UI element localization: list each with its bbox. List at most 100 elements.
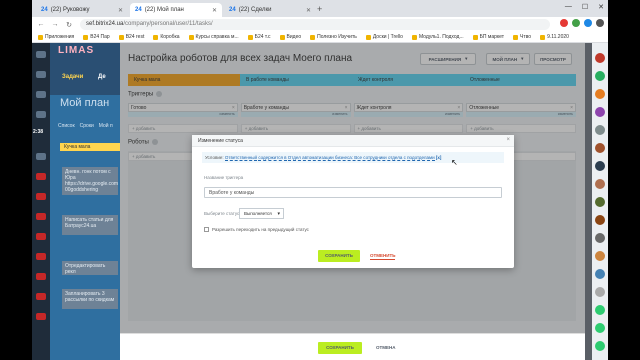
avatar[interactable] [595,233,605,243]
bookmark-item[interactable]: Модуль1. Подход... [411,34,464,40]
menu-icon[interactable] [36,153,46,160]
avatar[interactable] [595,89,605,99]
browser-tab-active[interactable]: 24 (22) Мой план ✕ [130,3,222,17]
bookmark-label: B24 Пар [90,34,110,40]
close-icon[interactable]: × [506,137,510,143]
bookmark-label: B24 rest [125,34,145,40]
bookmark-item[interactable]: Б24 т.с [247,34,271,40]
trigger-name-input[interactable]: Вработе у команды [204,187,502,198]
new-tab-button[interactable]: + [317,4,322,14]
tab-tasks[interactable]: Задачи [62,74,83,80]
dialog-title: Изменение статуса [192,135,514,147]
menu-icon[interactable] [36,91,46,98]
extension-icon[interactable] [572,19,580,27]
bookmark-item[interactable]: БП маркет [472,34,504,40]
task-card[interactable]: Дневн. гонк потом с Юра https://drive.go… [62,167,118,195]
menu-icon[interactable] [36,293,46,300]
browser-tab[interactable]: 24 (22) Сделки ✕ [224,3,316,17]
avatar[interactable] [595,251,605,261]
avatar[interactable] [595,287,605,297]
change-status-dialog: Изменение статуса × Условие: Ответственн… [192,135,514,268]
avatar[interactable] [595,179,605,189]
url-path: /company/personal/user/11/tasks/ [123,21,213,27]
bookmark-item[interactable]: 9.11.2020 [540,34,569,40]
filter-list[interactable]: Список [58,123,75,129]
browser-tab[interactable]: 24 (22) Руковожу ✕ [36,3,128,17]
bookmark-label: Видео [286,34,302,40]
status-select[interactable]: Выполняется ▾ [239,208,284,219]
bookmark-item[interactable]: Видео [279,34,302,40]
menu-icon[interactable] [36,213,46,220]
bookmark-item[interactable]: Полезно Изучить [310,34,357,40]
task-card[interactable]: Написать статьи для Батраус24.ua [62,215,118,235]
avatar[interactable] [595,215,605,225]
back-icon[interactable]: ← [36,21,46,28]
avatar[interactable] [595,143,605,153]
bookmarks-bar: Приложения B24 Пар B24 rest Коробка Курс… [32,32,608,43]
avatar[interactable] [595,197,605,207]
avatar[interactable] [595,107,605,117]
condition-field-link[interactable]: Ответственный [224,155,258,161]
menu-icon[interactable] [36,71,46,78]
condition-remove-link[interactable]: [x] [436,155,442,160]
condition-value-link[interactable]: Отдел автоматизации бизнеса: Все сотрудн… [287,155,435,161]
task-card[interactable]: Запланировать 3 рассылки по скидкам [62,289,118,309]
condition-operator-link[interactable]: содержится в [258,155,287,161]
url-input[interactable]: sef.bitrix24.ua/company/personal/user/11… [80,19,550,30]
menu-icon[interactable] [36,273,46,280]
dialog-save-button[interactable]: СОХРАНИТЬ [318,250,360,262]
minimize-icon[interactable]: — [565,3,572,11]
bookmark-label: Полезно Изучить [317,34,357,40]
task-card[interactable]: Отредактировать рекл [62,261,118,275]
close-icon[interactable]: ✕ [118,7,123,14]
bookmark-label: Курсы справка м... [195,34,239,40]
reload-icon[interactable]: ↻ [64,21,74,29]
avatar[interactable] [595,269,605,279]
dialog-cancel-button[interactable]: ОТМЕНИТЬ [370,250,396,260]
forward-icon[interactable]: → [50,21,60,28]
menu-icon[interactable] [36,253,46,260]
menu-icon[interactable] [36,51,46,58]
tab-other[interactable]: Де [98,74,106,80]
avatar[interactable] [595,53,605,63]
bookmark-item[interactable]: B24 rest [118,34,145,40]
bookmark-item[interactable]: Приложения [38,34,74,40]
menu-icon[interactable] [36,173,46,180]
avatar[interactable] [595,323,605,333]
menu-icon[interactable] [36,193,46,200]
menu-icon[interactable] [36,233,46,240]
close-window-icon[interactable]: ✕ [598,3,604,11]
avatar[interactable] [595,305,605,315]
bookmark-item[interactable]: Курсы справка м... [188,34,239,40]
bookmark-item[interactable]: Чтво [513,34,531,40]
extensions-area [560,19,604,27]
bottom-action-bar: СОХРАНИТЬ ОТМЕНА [120,333,585,360]
menu-icon[interactable] [36,313,46,320]
filter-deadlines[interactable]: Сроки [80,123,94,129]
status-label: Выберите статус [204,211,240,216]
cancel-button[interactable]: ОТМЕНА [376,342,396,354]
menu-icon[interactable] [36,111,46,118]
extension-icon[interactable] [560,19,568,27]
bitrix-favicon-icon: 24 [41,7,48,13]
robots-settings-sheet: Настройка роботов для всех задач Моего п… [120,43,585,360]
save-button[interactable]: СОХРАНИТЬ [318,342,362,354]
bookmark-item[interactable]: Коробка [153,34,180,40]
bookmark-item[interactable]: B24 Пар [83,34,110,40]
bookmark-label: Доски | Trello [372,34,403,40]
filter-plan[interactable]: Мой п [99,123,113,129]
maximize-icon[interactable]: ☐ [582,3,588,11]
avatar[interactable] [595,341,605,351]
avatar[interactable] [595,71,605,81]
extension-icon[interactable] [584,19,592,27]
profile-icon[interactable] [596,19,604,27]
my-plan-title: Мой план [60,97,110,109]
browser-tab-bar: 24 (22) Руковожу ✕ 24 (22) Мой план ✕ 24… [32,0,608,17]
bookmark-item[interactable]: Доски | Trello [365,34,403,40]
avatar[interactable] [595,125,605,135]
close-icon[interactable]: ✕ [212,7,217,14]
allow-back-checkbox[interactable]: Разрешить переходить на предыдущий стату… [204,227,309,232]
checkbox-icon[interactable] [204,227,209,232]
close-icon[interactable]: ✕ [306,7,311,14]
avatar[interactable] [595,161,605,171]
